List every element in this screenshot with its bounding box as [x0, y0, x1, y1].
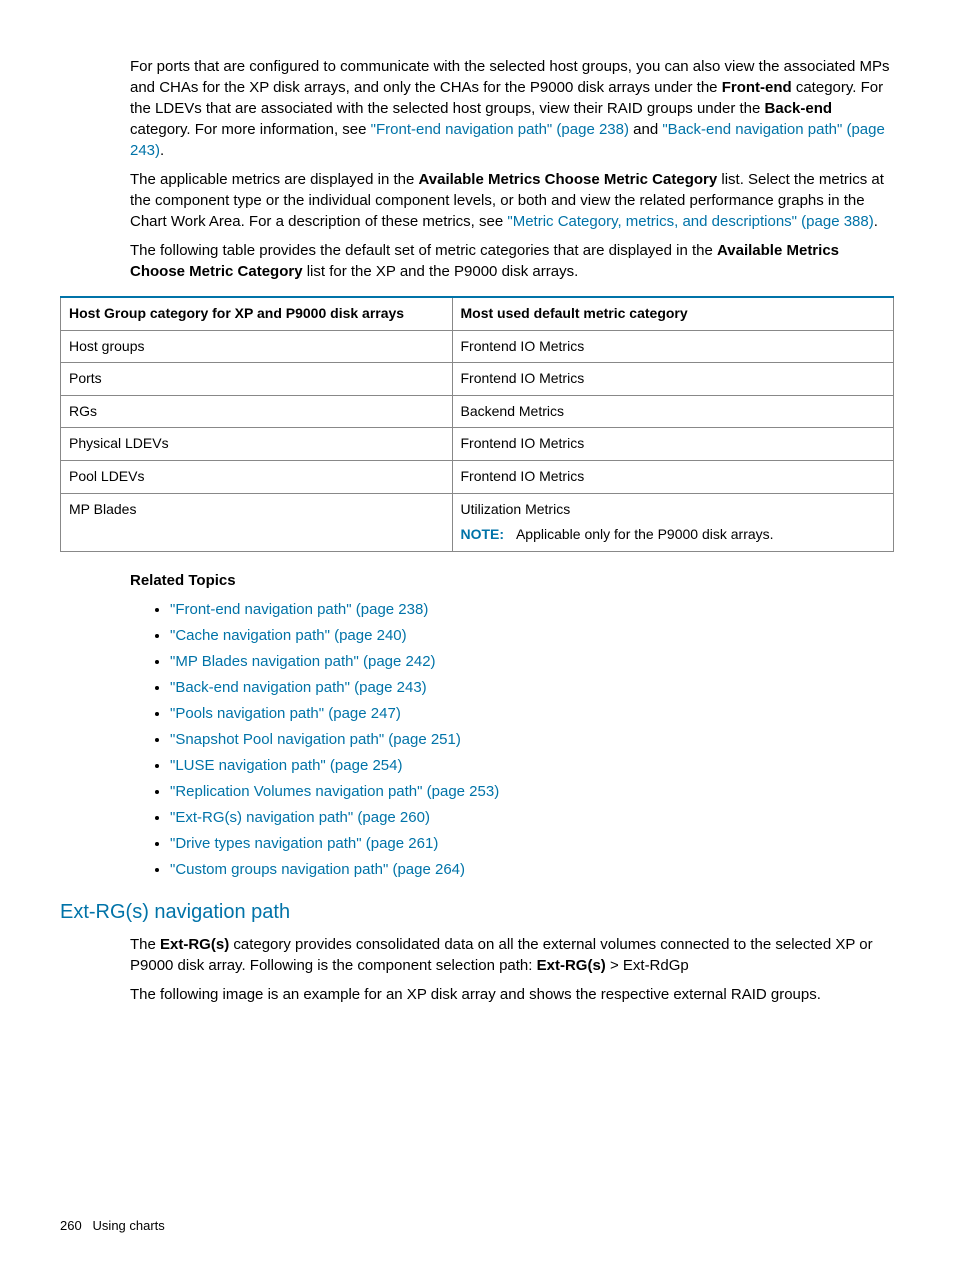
- list-item: "Snapshot Pool navigation path" (page 25…: [170, 729, 894, 750]
- page-number: 260: [60, 1218, 82, 1233]
- list-item: "Pools navigation path" (page 247): [170, 703, 894, 724]
- page-footer: 260 Using charts: [60, 1217, 165, 1235]
- related-topics-list: "Front-end navigation path" (page 238) "…: [130, 599, 894, 880]
- cell-line: Utilization Metrics: [461, 500, 886, 520]
- list-item: "MP Blades navigation path" (page 242): [170, 651, 894, 672]
- footer-label: Using charts: [93, 1218, 165, 1233]
- text: list for the XP and the P9000 disk array…: [303, 263, 579, 280]
- link-related[interactable]: "Pools navigation path" (page 247): [170, 705, 401, 722]
- related-topics-heading: Related Topics: [130, 570, 894, 591]
- bold-backend: Back-end: [765, 100, 833, 117]
- text: category provides consolidated data on a…: [130, 936, 873, 974]
- note-label: NOTE:: [461, 526, 505, 542]
- table-row: RGs Backend Metrics: [61, 395, 894, 428]
- bold-frontend: Front-end: [722, 79, 792, 96]
- cell: RGs: [61, 395, 453, 428]
- section-paragraph-2: The following image is an example for an…: [130, 984, 894, 1005]
- cell: Frontend IO Metrics: [452, 363, 894, 396]
- list-item: "Ext-RG(s) navigation path" (page 260): [170, 807, 894, 828]
- cell: Frontend IO Metrics: [452, 330, 894, 363]
- paragraph-2: The applicable metrics are displayed in …: [130, 169, 894, 232]
- section-paragraph-1: The Ext-RG(s) category provides consolid…: [130, 934, 894, 976]
- text: .: [160, 142, 164, 159]
- bold-available-metrics: Available Metrics Choose Metric Category: [419, 171, 718, 188]
- link-related[interactable]: "Snapshot Pool navigation path" (page 25…: [170, 731, 461, 748]
- paragraph-3: The following table provides the default…: [130, 240, 894, 282]
- cell: Physical LDEVs: [61, 428, 453, 461]
- paragraph-1: For ports that are configured to communi…: [130, 56, 894, 161]
- table-row: Ports Frontend IO Metrics: [61, 363, 894, 396]
- list-item: "Replication Volumes navigation path" (p…: [170, 781, 894, 802]
- text: category. For more information, see: [130, 121, 371, 138]
- link-related[interactable]: "Cache navigation path" (page 240): [170, 627, 407, 644]
- cell: Frontend IO Metrics: [452, 428, 894, 461]
- list-item: "Front-end navigation path" (page 238): [170, 599, 894, 620]
- list-item: "Back-end navigation path" (page 243): [170, 677, 894, 698]
- cell: Backend Metrics: [452, 395, 894, 428]
- table-header-col1: Host Group category for XP and P9000 dis…: [61, 297, 453, 330]
- link-related[interactable]: "MP Blades navigation path" (page 242): [170, 653, 436, 670]
- table-row: Host groups Frontend IO Metrics: [61, 330, 894, 363]
- table-row: Pool LDEVs Frontend IO Metrics: [61, 460, 894, 493]
- metrics-table: Host Group category for XP and P9000 dis…: [60, 296, 894, 552]
- bold-extrg-path: Ext-RG(s): [537, 957, 606, 974]
- bold-extrg: Ext-RG(s): [160, 936, 229, 953]
- list-item: "LUSE navigation path" (page 254): [170, 755, 894, 776]
- text: The applicable metrics are displayed in …: [130, 171, 419, 188]
- cell: Utilization Metrics NOTE: Applicable onl…: [452, 493, 894, 551]
- table-row: MP Blades Utilization Metrics NOTE: Appl…: [61, 493, 894, 551]
- link-related[interactable]: "LUSE navigation path" (page 254): [170, 757, 402, 774]
- link-metric-category[interactable]: "Metric Category, metrics, and descripti…: [507, 213, 873, 230]
- link-related[interactable]: "Ext-RG(s) navigation path" (page 260): [170, 809, 430, 826]
- text: .: [874, 213, 878, 230]
- link-related[interactable]: "Replication Volumes navigation path" (p…: [170, 783, 499, 800]
- cell: MP Blades: [61, 493, 453, 551]
- cell: Pool LDEVs: [61, 460, 453, 493]
- table-row: Physical LDEVs Frontend IO Metrics: [61, 428, 894, 461]
- link-related[interactable]: "Front-end navigation path" (page 238): [170, 601, 428, 618]
- section-heading-extrg: Ext-RG(s) navigation path: [60, 898, 894, 926]
- text: and: [629, 121, 662, 138]
- text: The: [130, 936, 160, 953]
- link-related[interactable]: "Drive types navigation path" (page 261): [170, 835, 438, 852]
- link-related[interactable]: "Custom groups navigation path" (page 26…: [170, 861, 465, 878]
- text: > Ext-RdGp: [606, 957, 689, 974]
- list-item: "Drive types navigation path" (page 261): [170, 833, 894, 854]
- cell: Host groups: [61, 330, 453, 363]
- cell: Ports: [61, 363, 453, 396]
- text: The following table provides the default…: [130, 242, 717, 259]
- link-frontend-nav[interactable]: "Front-end navigation path" (page 238): [371, 121, 629, 138]
- list-item: "Custom groups navigation path" (page 26…: [170, 859, 894, 880]
- cell: Frontend IO Metrics: [452, 460, 894, 493]
- list-item: "Cache navigation path" (page 240): [170, 625, 894, 646]
- table-header-col2: Most used default metric category: [452, 297, 894, 330]
- link-related[interactable]: "Back-end navigation path" (page 243): [170, 679, 427, 696]
- text: The following image is an example for an…: [130, 984, 894, 1005]
- note-text: Applicable only for the P9000 disk array…: [516, 526, 774, 542]
